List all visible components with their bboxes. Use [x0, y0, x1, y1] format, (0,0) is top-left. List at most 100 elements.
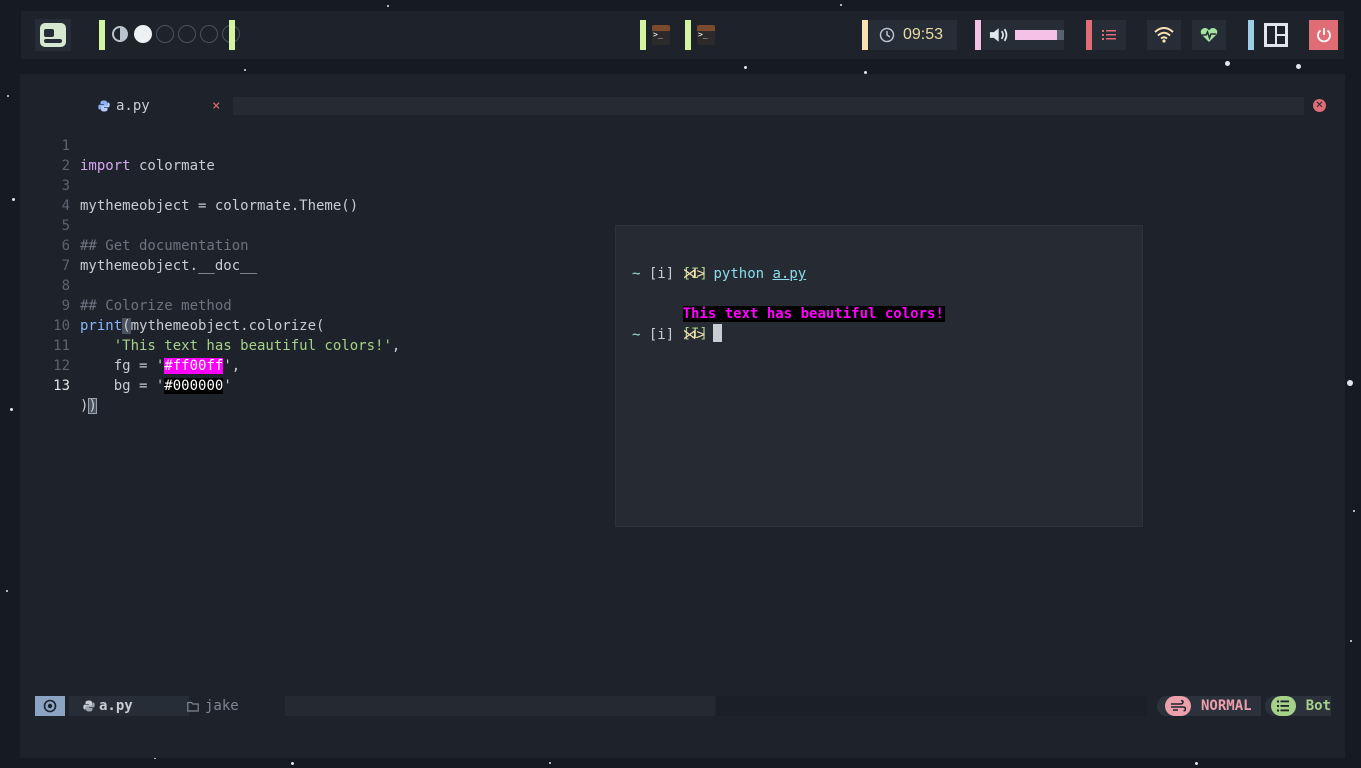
statusline-fill — [717, 696, 1147, 716]
terminal-prompt: ~ [i] ⋊> python a.py — [632, 264, 806, 284]
position-badge — [1271, 696, 1296, 716]
command-arg: a.py — [772, 266, 807, 282]
workspace-4[interactable] — [200, 25, 218, 43]
color-preview-fg: #ff00ff — [164, 358, 224, 374]
code-comment: ## Get documentation — [80, 238, 249, 254]
statusline-dirname: jake — [205, 698, 239, 714]
string-literal: 'This text has beautiful colors!' — [113, 338, 392, 354]
taskbar-terminal-1[interactable] — [646, 20, 676, 50]
python-icon — [83, 700, 95, 712]
accent-stripe — [862, 20, 868, 50]
statusline-file[interactable]: a.py — [69, 696, 189, 716]
buffer-tab[interactable]: a.py × — [35, 96, 233, 116]
taskbar-terminal-2[interactable] — [691, 20, 721, 50]
cursor-bracket: ) — [88, 398, 97, 414]
accent-stripe — [1248, 20, 1254, 50]
clock-widget[interactable]: 09:53 — [869, 20, 957, 50]
tabline: a.py × ✕ — [35, 96, 1326, 116]
code-line: 11 fg = '#ff00ff', — [50, 316, 240, 374]
system-monitor-button[interactable] — [1192, 20, 1226, 50]
code-line: 6 mythemeobject.__doc__ — [50, 216, 257, 274]
target-icon — [43, 699, 57, 713]
tab-close-button[interactable]: × — [212, 98, 220, 114]
comma: , — [391, 338, 401, 354]
wifi-icon — [1154, 27, 1174, 43]
workspace-indicator — [112, 25, 240, 43]
matching-bracket: ( — [122, 318, 131, 334]
terminal-output: This text has beautiful colors! — [632, 284, 945, 322]
code-line: 13 )) — [50, 356, 101, 414]
python-icon — [98, 100, 110, 112]
code-text: mythemeobject = colormate.Theme() — [80, 198, 359, 214]
volume-level — [1015, 30, 1058, 40]
clock-icon — [879, 27, 895, 43]
code-comment: ## Colorize method — [80, 298, 232, 314]
code-text: ', — [223, 358, 241, 374]
code-line: 4 — [50, 176, 101, 214]
prompt-cwd: ~ — [632, 266, 641, 282]
code-area[interactable]: 1 import colormate 2 3 mythemeobject = c… — [50, 116, 400, 414]
position-label: Bot — [1305, 698, 1331, 714]
prompt-mode: [i] — [648, 266, 675, 282]
editor-window: a.py × ✕ 1 import colormate 2 3 mythemeo… — [20, 74, 1345, 758]
code-text: bg = ' — [113, 378, 165, 394]
volume-slider[interactable] — [1015, 30, 1064, 40]
accent-stripe — [975, 20, 981, 50]
moon-icon[interactable] — [112, 26, 128, 42]
folder-icon — [187, 701, 199, 712]
module-name: colormate — [130, 158, 215, 174]
statusline-position: Bot — [1265, 696, 1331, 716]
layout-icon — [1264, 23, 1288, 47]
line-number-current: 13 — [53, 378, 70, 394]
terminal-icon — [652, 25, 670, 45]
prompt-arrow: ⋊> — [682, 266, 706, 282]
floating-terminal[interactable]: [I] ~ [i] ⋊> python a.py This text has b… — [616, 226, 1142, 526]
volume-widget[interactable] — [982, 20, 1064, 50]
code-line: 12 bg = '#000000' — [50, 336, 232, 394]
statusline-vim-icon — [35, 696, 65, 716]
accent-stripe — [229, 20, 235, 50]
code-line: 8 ## Colorize method — [50, 256, 232, 314]
wifi-button[interactable] — [1147, 20, 1181, 50]
power-button[interactable] — [1309, 20, 1338, 50]
launcher-button[interactable] — [35, 19, 71, 51]
accent-stripe — [99, 20, 105, 50]
code-text: ' — [223, 378, 232, 394]
statusline-fill — [285, 696, 715, 716]
statusline-filename: a.py — [99, 698, 133, 714]
code-line: 9 print(mythemeobject.colorize( — [50, 276, 324, 334]
tabline-fill — [233, 97, 1304, 115]
statusline: a.py jake NORMAL Bot — [35, 696, 1331, 716]
statusline-mode: NORMAL — [1157, 696, 1261, 716]
code-line: 10 'This text has beautiful colors!', — [50, 296, 400, 354]
terminal-line: [I] — [632, 304, 708, 342]
notifications-button[interactable] — [1092, 20, 1126, 50]
tab-filename: a.py — [116, 98, 150, 114]
launcher-logo-icon — [40, 23, 66, 47]
top-panel: 09:53 — [21, 11, 1344, 59]
workspace-1[interactable] — [134, 25, 152, 43]
layout-button[interactable] — [1257, 20, 1295, 50]
code-line: 7 — [50, 236, 101, 274]
workspace-3[interactable] — [178, 25, 196, 43]
prompt-arrow: ⋊> — [682, 327, 706, 343]
command-name: python — [713, 266, 765, 282]
code-line: 2 — [50, 136, 101, 174]
code-text: mythemeobject.colorize( — [130, 318, 325, 334]
clock-time: 09:53 — [903, 26, 944, 43]
heart-pulse-icon — [1200, 28, 1218, 42]
wind-icon — [1171, 700, 1186, 712]
color-preview-bg: #000000 — [164, 378, 224, 394]
prompt-cwd: ~ — [632, 327, 641, 343]
code-line: 3 mythemeobject = colormate.Theme() — [50, 156, 359, 214]
statusline-dir[interactable]: jake — [183, 696, 267, 716]
close-all-button[interactable]: ✕ — [1313, 99, 1326, 112]
colorized-output: This text has beautiful colors! — [682, 306, 945, 322]
workspace-2[interactable] — [156, 25, 174, 43]
terminal-prompt: ~ [i] ⋊> — [632, 324, 723, 344]
terminal-icon — [697, 25, 715, 45]
code-line: 5 ## Get documentation — [50, 196, 249, 254]
terminal-line: [I] — [632, 244, 708, 282]
terminal-cursor[interactable] — [713, 324, 723, 342]
code-text: fg = ' — [113, 358, 165, 374]
